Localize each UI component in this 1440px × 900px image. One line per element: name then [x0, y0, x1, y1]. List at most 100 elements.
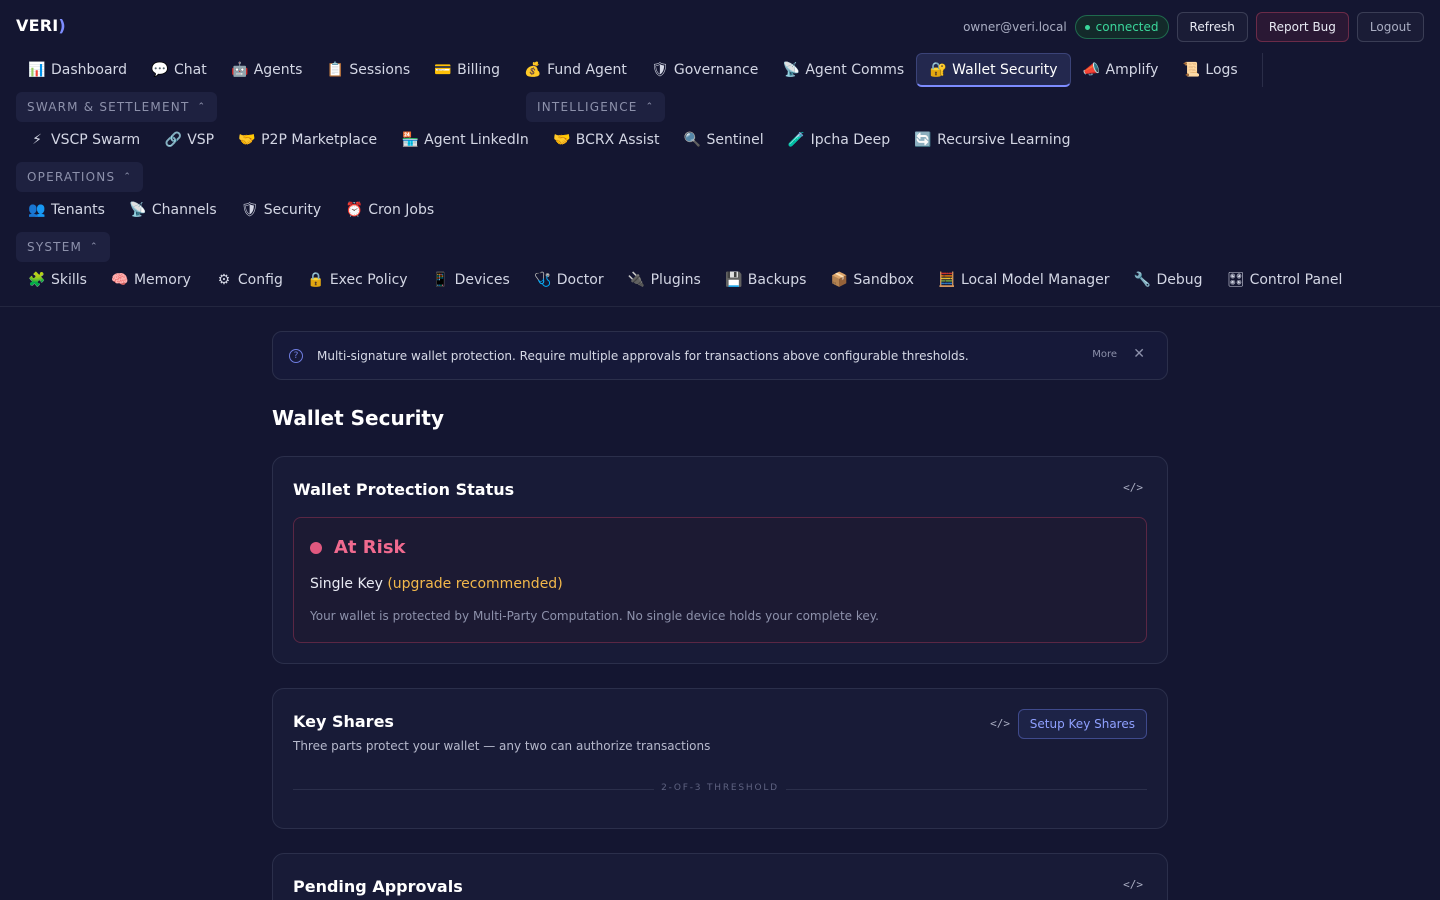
nav-item-vscp-swarm[interactable]: ⚡ VSCP Swarm: [16, 123, 152, 157]
code-icon[interactable]: </>: [1123, 481, 1143, 494]
nav-item-backups[interactable]: 💾 Backups: [713, 263, 819, 297]
risk-status-panel: At Risk Single Key (upgrade recommended)…: [293, 517, 1147, 643]
satellite-icon: 📡: [782, 62, 801, 78]
close-icon[interactable]: ✕: [1133, 346, 1145, 362]
nav-item-label: Tenants: [51, 202, 105, 218]
users-icon: 👥: [28, 202, 46, 218]
phone-icon: 📱: [431, 272, 450, 288]
user-email: owner@veri.local: [963, 20, 1067, 34]
nav-item-label: Dashboard: [51, 62, 127, 78]
nav-item-label: Security: [263, 202, 322, 218]
nav-item-devices[interactable]: 📱 Devices: [420, 263, 522, 297]
nav-item-skills[interactable]: 🧩 Skills: [16, 263, 99, 297]
nav-item-agents[interactable]: 🤖 Agents: [219, 53, 315, 87]
satellite-icon: 📡: [129, 202, 147, 218]
nav-item-tenants[interactable]: 👥 Tenants: [16, 193, 117, 227]
status-dot-icon: [1084, 24, 1090, 30]
setup-key-shares-button[interactable]: Setup Key Shares: [1017, 709, 1147, 739]
nav-item-label: Skills: [51, 272, 87, 288]
logout-button[interactable]: Logout: [1356, 12, 1424, 42]
magnifier-icon: 🔍: [683, 132, 702, 148]
nav-item-bcrx-assist[interactable]: 🤝 BCRX Assist: [541, 123, 672, 157]
connection-status-label: connected: [1095, 20, 1159, 34]
nav-item-label: Channels: [151, 202, 217, 218]
alarm-clock-icon: ⏰: [345, 202, 363, 218]
group-toggle-system[interactable]: SYSTEM ⌃: [16, 232, 110, 262]
nav-item-control-panel[interactable]: 🎛 Control Panel: [1215, 263, 1355, 297]
info-icon: ?: [289, 348, 303, 363]
group-label-text: OPERATIONS: [27, 170, 116, 184]
chevron-up-icon: ⌃: [90, 242, 99, 252]
test-tube-icon: 🧪: [787, 132, 806, 148]
puzzle-icon: 🧩: [28, 272, 46, 288]
threshold-label: 2-OF-3 THRESHOLD: [661, 783, 779, 793]
threshold-divider: 2-OF-3 THRESHOLD: [293, 783, 1147, 795]
nav-item-doctor[interactable]: 🩺 Doctor: [522, 263, 616, 297]
nav-item-cron-jobs[interactable]: ⏰ Cron Jobs: [333, 193, 446, 227]
key-type-line: Single Key (upgrade recommended): [310, 576, 563, 592]
nav-item-label: VSP: [187, 132, 215, 148]
nav-item-label: Sentinel: [706, 132, 764, 148]
nav-item-agent-comms[interactable]: 📡 Agent Comms: [770, 53, 916, 87]
nav-item-billing[interactable]: 💳 Billing: [422, 53, 512, 87]
handshake-icon: 🤝: [553, 132, 571, 148]
nav-item-ipcha-deep[interactable]: 🧪 Ipcha Deep: [776, 123, 903, 157]
upgrade-recommendation: (upgrade recommended): [387, 576, 563, 592]
nav-item-agent-linkedin[interactable]: 🏪 Agent LinkedIn: [389, 123, 541, 157]
nav-item-label: BCRX Assist: [575, 132, 660, 148]
banner-more-link[interactable]: More: [1092, 349, 1117, 360]
nav-item-debug[interactable]: 🔧 Debug: [1122, 263, 1215, 297]
nav-item-p2p-marketplace[interactable]: 🤝 P2P Marketplace: [226, 123, 389, 157]
nav-item-dashboard[interactable]: 📊 Dashboard: [16, 53, 139, 87]
nav-item-plugins[interactable]: 🔌 Plugins: [616, 263, 713, 297]
nav-item-label: Billing: [457, 62, 501, 78]
nav-item-chat[interactable]: 💬 Chat: [139, 53, 219, 87]
group-label-text: SYSTEM: [27, 240, 83, 254]
shield-icon: 🛡: [651, 62, 669, 78]
group-toggle-intelligence[interactable]: INTELLIGENCE ⌃: [526, 92, 666, 122]
scroll-icon: 📜: [1182, 62, 1201, 78]
wrench-icon: 🔧: [1133, 272, 1152, 288]
nav-item-label: Plugins: [650, 272, 701, 288]
group-toggle-operations[interactable]: OPERATIONS ⌃: [16, 162, 144, 192]
info-banner: ? Multi-signature wallet protection. Req…: [272, 331, 1168, 380]
nav-item-label: Agent LinkedIn: [424, 132, 529, 148]
nav-item-label: Memory: [133, 272, 191, 288]
money-bag-icon: 💰: [524, 62, 542, 78]
nav-item-memory[interactable]: 🧠 Memory: [99, 263, 203, 297]
nav-item-label: Agents: [253, 62, 303, 78]
top-bar: VERI) owner@veri.local connected Refresh…: [0, 0, 1440, 54]
nav-item-sessions[interactable]: 📋 Sessions: [314, 53, 422, 87]
risk-dot-icon: [310, 542, 322, 554]
nav-item-security[interactable]: 🛡 Security: [229, 193, 334, 227]
app-logo[interactable]: VERI): [16, 16, 66, 35]
nav-item-sentinel[interactable]: 🔍 Sentinel: [671, 123, 775, 157]
nav-item-label: Amplify: [1105, 62, 1159, 78]
nav-item-fund-agent[interactable]: 💰 Fund Agent: [512, 53, 639, 87]
nav-divider: [0, 306, 1440, 307]
nav-item-recursive-learning[interactable]: 🔄 Recursive Learning: [902, 123, 1082, 157]
nav-item-wallet-security[interactable]: 🔐 Wallet Security: [916, 53, 1071, 87]
link-icon: 🔗: [164, 132, 182, 148]
nav-item-sandbox[interactable]: 📦 Sandbox: [818, 263, 926, 297]
lightning-icon: ⚡: [32, 132, 42, 148]
code-icon[interactable]: </>: [1123, 878, 1143, 891]
store-icon: 🏪: [401, 132, 419, 148]
nav-item-label: P2P Marketplace: [261, 132, 378, 148]
group-toggle-swarm[interactable]: SWARM & SETTLEMENT ⌃: [16, 92, 218, 122]
nav-item-local-model-manager[interactable]: 🧮 Local Model Manager: [926, 263, 1122, 297]
code-icon[interactable]: </>: [990, 717, 1010, 730]
nav-item-config[interactable]: ⚙ Config: [203, 263, 295, 297]
report-bug-button[interactable]: Report Bug: [1255, 12, 1349, 42]
nav-item-governance[interactable]: 🛡 Governance: [639, 53, 770, 87]
page-title: Wallet Security: [272, 406, 445, 430]
chart-icon: 📊: [28, 62, 46, 78]
nav-item-label: Agent Comms: [805, 62, 905, 78]
nav-item-exec-policy[interactable]: 🔒 Exec Policy: [295, 263, 420, 297]
nav-item-vsp[interactable]: 🔗 VSP: [152, 123, 226, 157]
nav-item-channels[interactable]: 📡 Channels: [117, 193, 229, 227]
nav-item-label: Logs: [1205, 62, 1238, 78]
refresh-button[interactable]: Refresh: [1176, 12, 1248, 42]
nav-item-logs[interactable]: 📜 Logs: [1170, 53, 1249, 87]
nav-item-amplify[interactable]: 📣 Amplify: [1071, 53, 1171, 87]
